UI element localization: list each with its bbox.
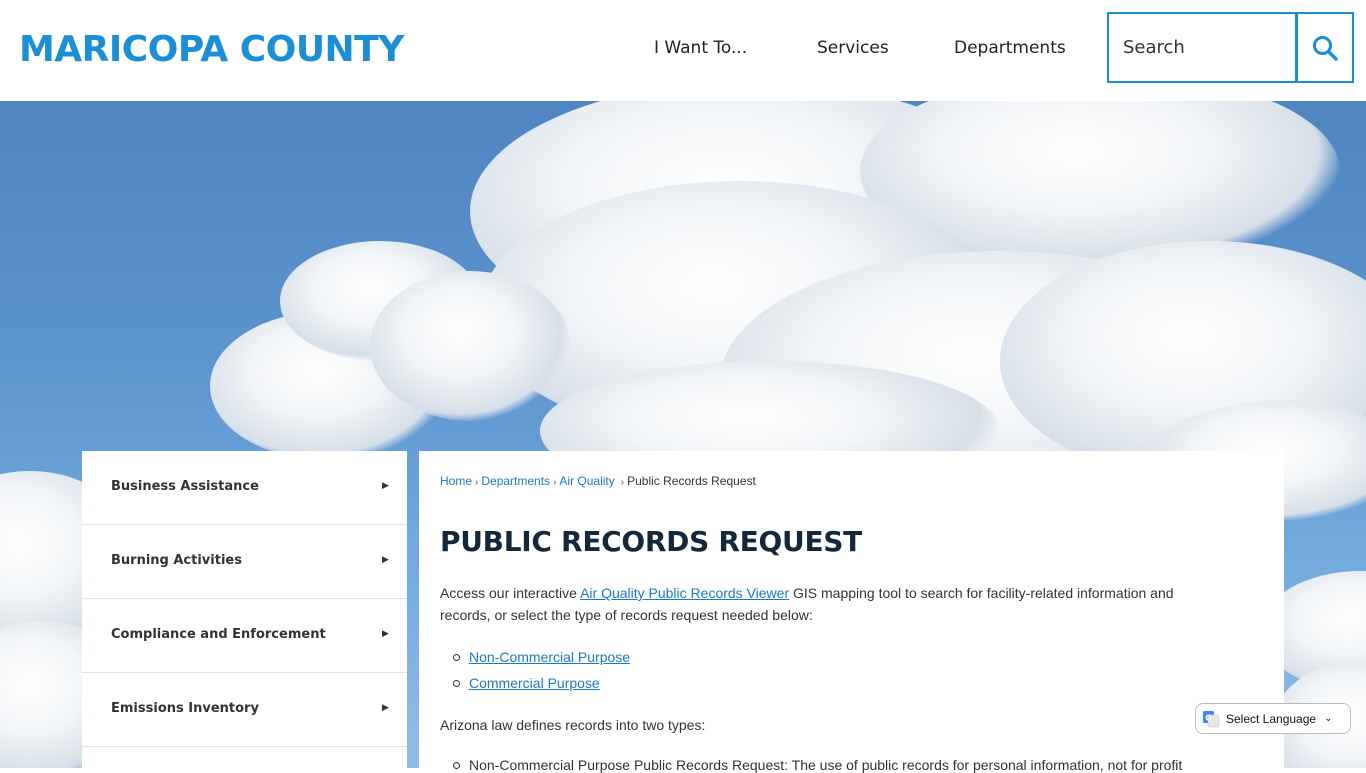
chevron-down-icon: ⌄ [1324,713,1333,724]
list-item: Non-Commercial Purpose [453,649,630,665]
sidebar-nav: Business Assistance ▶ Burning Activities… [82,451,407,768]
law-paragraph: Arizona law defines records into two typ… [440,717,706,733]
svg-text:G: G [1205,713,1212,722]
bullet-icon [453,654,460,661]
breadcrumb-separator-icon: › [553,477,557,488]
site-logo[interactable]: MARICOPA COUNTY [19,28,404,72]
search-icon [1313,35,1338,61]
breadcrumb-separator-icon: › [620,477,625,488]
breadcrumb-current: Public Records Request [627,474,756,488]
caret-right-icon: ▶ [382,702,389,712]
breadcrumb-home[interactable]: Home [440,474,472,488]
search-box [1107,12,1297,83]
commercial-link[interactable]: Commercial Purpose [469,675,600,691]
sidebar-item-emissions-inventory[interactable]: Emissions Inventory ▶ [82,673,407,747]
page-title: PUBLIC RECORDS REQUEST [440,525,862,558]
breadcrumb-air-quality[interactable]: Air Quality [559,474,614,488]
non-commercial-link[interactable]: Non-Commercial Purpose [469,649,630,665]
google-translate-icon: G [1203,710,1220,727]
sidebar-item-business-assistance[interactable]: Business Assistance ▶ [82,451,407,525]
nav-i-want-to[interactable]: I Want To... [654,36,747,60]
list-item: Non-Commercial Purpose Public Records Re… [453,757,1183,773]
bullet-icon [453,680,460,687]
search-button[interactable] [1296,12,1354,83]
sidebar-item-label: Business Assistance [111,479,259,494]
intro-text-before: Access our interactive [440,585,581,601]
nav-services[interactable]: Services [817,36,889,60]
search-input[interactable] [1109,14,1293,81]
non-commercial-definition: Non-Commercial Purpose Public Records Re… [469,757,1183,773]
language-select-label: Select Language [1226,711,1317,726]
breadcrumb-separator-icon: › [475,477,479,488]
nav-departments[interactable]: Departments [954,36,1066,60]
language-select[interactable]: G Select Language ⌄ [1195,703,1351,734]
main-content: Home › Departments › Air Quality › Public Reco… [419,451,1284,773]
site-header: MARICOPA COUNTY I Want To... Services De… [0,0,1366,101]
sidebar-item-burning-activities[interactable]: Burning Activities ▶ [82,525,407,599]
list-item: Commercial Purpose [453,675,600,691]
records-viewer-link[interactable]: Air Quality Public Records Viewer [580,585,789,601]
caret-right-icon: ▶ [382,554,389,564]
sidebar-item-label: Compliance and Enforcement [111,627,326,642]
intro-paragraph: Access our interactive Air Quality Publi… [440,582,1220,626]
breadcrumb-departments[interactable]: Departments [481,474,550,488]
breadcrumb: Home › Departments › Air Quality › Public Reco… [440,474,756,488]
caret-right-icon: ▶ [382,628,389,638]
sidebar-item-label: Burning Activities [111,553,242,568]
sidebar-item-compliance-enforcement[interactable]: Compliance and Enforcement ▶ [82,599,407,673]
sidebar-item-label: Emissions Inventory [111,701,259,716]
caret-right-icon: ▶ [382,480,389,490]
